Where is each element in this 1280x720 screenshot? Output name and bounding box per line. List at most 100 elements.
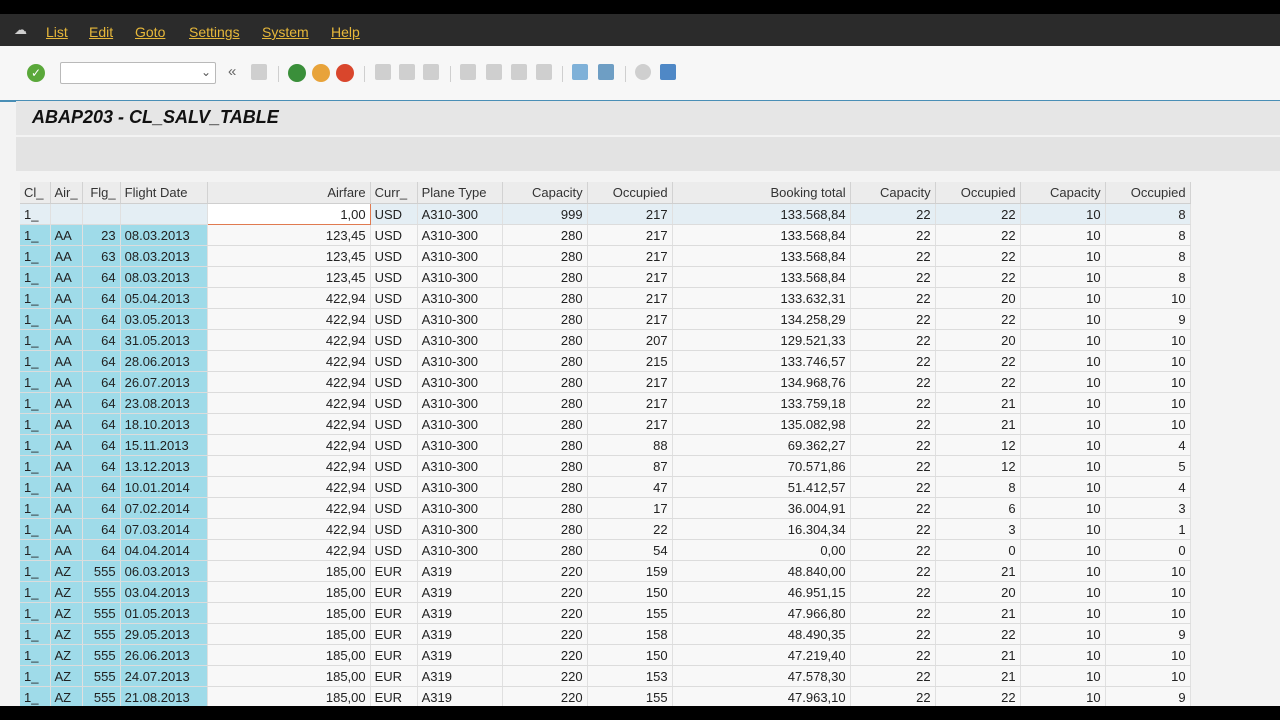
cell-occupied-first[interactable]: 10 (1105, 350, 1191, 372)
cell-occupied-business[interactable]: 22 (935, 623, 1021, 645)
column-header-capacity[interactable]: Capacity (502, 182, 588, 204)
cell-airline[interactable]: AA (50, 329, 83, 351)
cell-capacity-business[interactable]: 22 (850, 665, 936, 687)
cell-flight-date[interactable]: 31.05.2013 (120, 329, 208, 351)
cell-plane-type[interactable]: A319 (417, 686, 503, 706)
table-row[interactable]: 1_ AZ 555 03.04.2013 185,00 EUR A319 220 150 46.9… (20, 581, 1191, 603)
cell-capacity[interactable]: 220 (502, 644, 588, 666)
cell-airfare[interactable]: 1,00 (206, 203, 371, 225)
cell-occupied[interactable]: 150 (587, 644, 673, 666)
cell-capacity-business[interactable]: 22 (850, 434, 936, 456)
cell-capacity[interactable]: 220 (502, 602, 588, 624)
cell-occupied-first[interactable]: 10 (1105, 392, 1191, 414)
cell-class[interactable]: 1_ (20, 581, 51, 603)
cell-plane-type[interactable]: A310-300 (417, 308, 503, 330)
cell-airline[interactable]: AA (50, 455, 83, 477)
cell-airfare[interactable]: 185,00 (207, 602, 371, 624)
table-row[interactable]: 1_ AA 64 03.05.2013 422,94 USD A310-300 280 217 1… (20, 308, 1191, 330)
cell-plane-type[interactable]: A310-300 (417, 392, 503, 414)
cell-airfare[interactable]: 185,00 (207, 623, 371, 645)
cell-capacity-first[interactable]: 10 (1020, 497, 1106, 519)
cell-capacity[interactable]: 280 (502, 455, 588, 477)
enter-check-icon[interactable]: ✓ (27, 64, 45, 82)
cell-flight[interactable]: 64 (82, 476, 121, 498)
cell-booking-total[interactable]: 70.571,86 (672, 455, 851, 477)
cell-plane-type[interactable]: A319 (417, 560, 503, 582)
cell-class[interactable]: 1_ (20, 455, 51, 477)
cell-capacity-first[interactable]: 10 (1020, 413, 1106, 435)
cell-capacity-first[interactable]: 10 (1020, 287, 1106, 309)
table-row[interactable]: 1_ AZ 555 06.03.2013 185,00 EUR A319 220 159 48.8… (20, 560, 1191, 582)
cell-occupied-business[interactable]: 21 (935, 602, 1021, 624)
create-session-icon[interactable] (572, 64, 588, 80)
cell-airline[interactable]: AZ (50, 623, 83, 645)
cell-flight[interactable]: 64 (82, 392, 121, 414)
cell-currency[interactable]: USD (370, 224, 418, 246)
cell-class[interactable]: 1_ (20, 392, 51, 414)
cell-capacity[interactable]: 220 (502, 623, 588, 645)
cell-flight-date[interactable]: 26.06.2013 (120, 644, 208, 666)
cell-airfare[interactable]: 185,00 (207, 686, 371, 706)
cell-flight-date[interactable] (120, 203, 208, 225)
cell-flight-date[interactable]: 18.10.2013 (120, 413, 208, 435)
cell-capacity-first[interactable]: 10 (1020, 476, 1106, 498)
cell-plane-type[interactable]: A310-300 (417, 350, 503, 372)
cell-booking-total[interactable]: 133.568,84 (672, 203, 851, 225)
table-row[interactable]: 1_ AZ 555 24.07.2013 185,00 EUR A319 220 153 47.5… (20, 665, 1191, 687)
cell-occupied-first[interactable]: 9 (1105, 623, 1191, 645)
cell-occupied-business[interactable]: 22 (935, 350, 1021, 372)
cell-capacity-business[interactable]: 22 (850, 329, 936, 351)
cell-airline[interactable]: AA (50, 371, 83, 393)
cell-flight[interactable]: 555 (82, 602, 121, 624)
cell-occupied[interactable]: 158 (587, 623, 673, 645)
cell-class[interactable]: 1_ (20, 203, 51, 225)
cell-occupied-first[interactable]: 10 (1105, 602, 1191, 624)
table-row[interactable]: 1_ AA 64 15.11.2013 422,94 USD A310-300 280 88 69… (20, 434, 1191, 456)
cell-occupied-business[interactable]: 22 (935, 224, 1021, 246)
cell-flight-date[interactable]: 08.03.2013 (120, 245, 208, 267)
cell-booking-total[interactable]: 135.082,98 (672, 413, 851, 435)
cell-plane-type[interactable]: A310-300 (417, 413, 503, 435)
cell-currency[interactable]: USD (370, 266, 418, 288)
cell-plane-type[interactable]: A310-300 (417, 371, 503, 393)
table-row[interactable]: 1_ AA 64 31.05.2013 422,94 USD A310-300 280 207 1… (20, 329, 1191, 351)
cell-airfare[interactable]: 422,94 (207, 413, 371, 435)
cell-airline[interactable]: AZ (50, 581, 83, 603)
cell-airline[interactable]: AA (50, 497, 83, 519)
cell-flight-date[interactable]: 05.04.2013 (120, 287, 208, 309)
cell-currency[interactable]: USD (370, 308, 418, 330)
table-row[interactable]: 1_ AA 64 23.08.2013 422,94 USD A310-300 280 217 1… (20, 392, 1191, 414)
cell-occupied-business[interactable]: 22 (935, 203, 1021, 225)
cell-capacity[interactable]: 280 (502, 287, 588, 309)
cell-plane-type[interactable]: A310-300 (417, 476, 503, 498)
cell-capacity[interactable]: 280 (502, 476, 588, 498)
cell-airline[interactable]: AA (50, 287, 83, 309)
cell-occupied-business[interactable]: 8 (935, 476, 1021, 498)
cell-capacity-business[interactable]: 22 (850, 413, 936, 435)
cell-flight-date[interactable]: 10.01.2014 (120, 476, 208, 498)
cell-capacity[interactable]: 280 (502, 329, 588, 351)
cell-occupied[interactable]: 87 (587, 455, 673, 477)
cell-plane-type[interactable]: A310-300 (417, 497, 503, 519)
cell-plane-type[interactable]: A310-300 (417, 539, 503, 561)
cell-currency[interactable]: USD (370, 476, 418, 498)
cell-class[interactable]: 1_ (20, 224, 51, 246)
cell-airfare[interactable]: 422,94 (207, 476, 371, 498)
cell-occupied-business[interactable]: 12 (935, 455, 1021, 477)
column-header-airfare[interactable]: Airfare (207, 182, 371, 204)
cell-capacity-business[interactable]: 22 (850, 308, 936, 330)
cell-capacity-business[interactable]: 22 (850, 203, 936, 225)
cell-flight[interactable]: 64 (82, 329, 121, 351)
cell-flight[interactable]: 555 (82, 581, 121, 603)
system-menu-icon[interactable]: ☁ (14, 22, 30, 37)
cell-occupied[interactable]: 217 (587, 224, 673, 246)
cell-booking-total[interactable]: 16.304,34 (672, 518, 851, 540)
cell-currency[interactable]: EUR (370, 602, 418, 624)
cell-currency[interactable]: USD (370, 539, 418, 561)
cell-airfare[interactable]: 422,94 (207, 308, 371, 330)
cell-flight[interactable]: 64 (82, 539, 121, 561)
cell-class[interactable]: 1_ (20, 686, 51, 706)
cell-occupied-first[interactable]: 4 (1105, 476, 1191, 498)
cell-airline[interactable]: AZ (50, 602, 83, 624)
cell-flight[interactable]: 555 (82, 560, 121, 582)
